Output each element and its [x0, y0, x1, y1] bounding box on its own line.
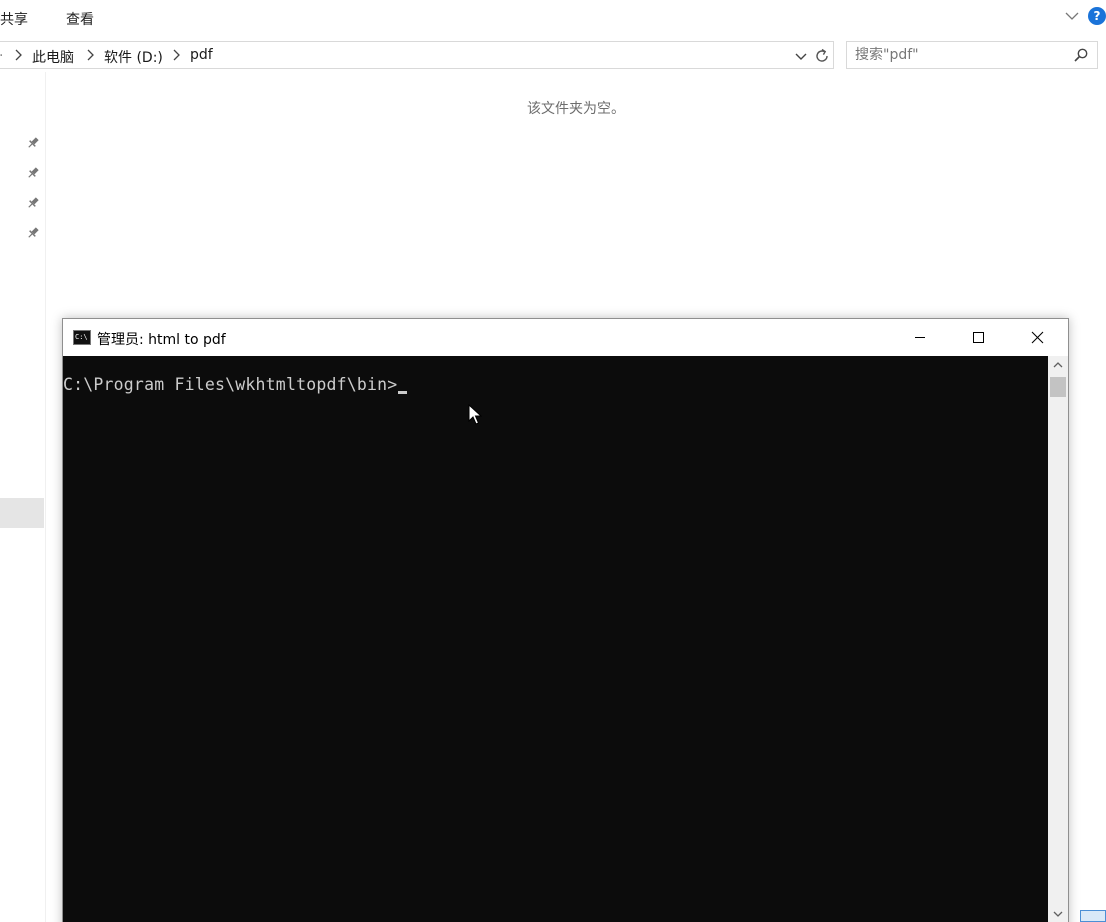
ribbon-tab-share[interactable]: 共享 — [0, 9, 28, 29]
pin-icon[interactable] — [26, 226, 40, 240]
ribbon: 共享 查看 ? — [0, 0, 1106, 35]
console-prompt: C:\Program Files\wkhtmltopdf\bin> — [63, 375, 398, 394]
console-scrollbar[interactable] — [1048, 356, 1068, 922]
help-icon[interactable]: ? — [1088, 7, 1106, 25]
console-title-bar[interactable]: C:\ 管理员: html to pdf — [63, 319, 1068, 356]
ribbon-tab-view[interactable]: 查看 — [66, 9, 94, 29]
chevron-right-icon[interactable] — [85, 49, 95, 61]
chevron-down-icon[interactable] — [793, 48, 809, 64]
close-icon[interactable] — [1009, 319, 1067, 356]
breadcrumb-this-pc[interactable]: 此电脑 — [32, 47, 74, 67]
cmd-icon[interactable]: C:\ — [73, 330, 91, 345]
mouse-pointer-icon — [468, 404, 482, 425]
maximize-icon[interactable] — [950, 319, 1008, 356]
minimize-icon[interactable] — [891, 319, 949, 356]
chevron-right-icon[interactable] — [13, 49, 23, 61]
console-window[interactable]: C:\ 管理员: html to pdf C:\Program Files\wk… — [62, 318, 1069, 922]
chevron-up-icon[interactable] — [1052, 360, 1064, 370]
pin-icon[interactable] — [26, 166, 40, 180]
view-toggle-icon[interactable] — [1080, 910, 1106, 922]
breadcrumb-fragment: . — [0, 44, 3, 60]
text-cursor — [398, 391, 408, 394]
breadcrumb-pdf[interactable]: pdf — [190, 47, 213, 63]
console-title: 管理员: html to pdf — [97, 332, 226, 348]
console-output[interactable]: C:\Program Files\wkhtmltopdf\bin> — [63, 356, 1047, 922]
chevron-right-icon[interactable] — [171, 49, 181, 61]
navigation-pane — [0, 72, 46, 922]
console-prompt-line: C:\Program Files\wkhtmltopdf\bin> — [63, 375, 408, 394]
breadcrumb-drive-d[interactable]: 软件 (D:) — [104, 47, 163, 67]
nav-pane-selected-item[interactable] — [0, 498, 44, 528]
pin-icon[interactable] — [26, 136, 40, 150]
search-icon[interactable] — [1073, 47, 1089, 63]
scrollbar-thumb[interactable] — [1050, 377, 1066, 397]
empty-folder-message: 该文件夹为空。 — [527, 101, 625, 117]
search-box[interactable] — [846, 41, 1098, 69]
chevron-down-icon[interactable] — [1064, 8, 1080, 24]
search-input[interactable] — [855, 46, 1065, 64]
pin-icon[interactable] — [26, 196, 40, 210]
navigation-bar: . 此电脑 软件 (D:) pdf — [0, 38, 1106, 72]
refresh-icon[interactable] — [813, 47, 831, 65]
chevron-down-icon[interactable] — [1052, 909, 1064, 919]
address-bar[interactable]: . 此电脑 软件 (D:) pdf — [0, 41, 834, 69]
